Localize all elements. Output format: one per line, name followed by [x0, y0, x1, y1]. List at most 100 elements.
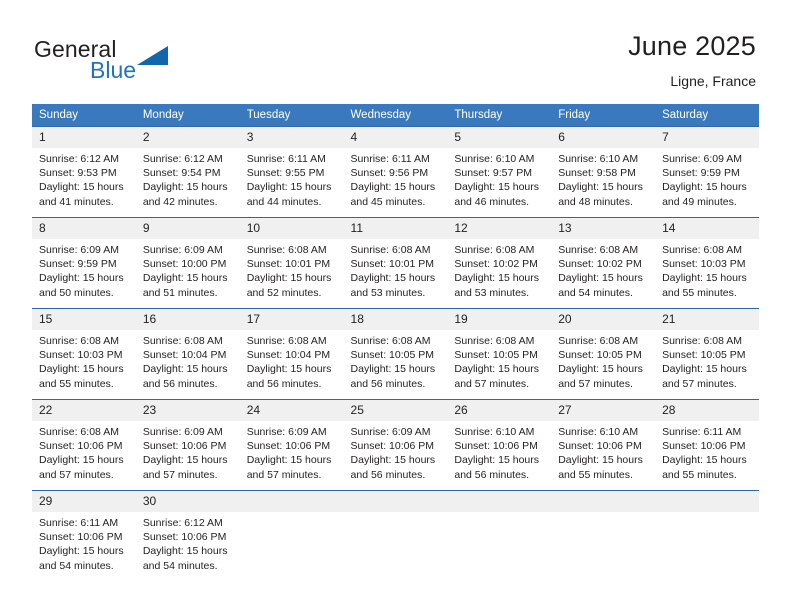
calendar-day-cell[interactable]: 27 Sunrise: 6:10 AM Sunset: 10:06 PM Daylig…	[551, 399, 656, 491]
sunrise-text: Sunrise: 6:08 AM	[558, 335, 639, 347]
day-number: 4	[343, 127, 448, 148]
daylight-text-line2: and 55 minutes.	[662, 286, 737, 299]
calendar-day-cell[interactable]: 2 Sunrise: 6:12 AM Sunset: 9:54 PM Daylight…	[135, 126, 240, 218]
calendar-day-cell[interactable]: 18 Sunrise: 6:08 AM Sunset: 10:05 PM Daylig…	[343, 308, 448, 400]
sunrise-text: Sunrise: 6:10 AM	[454, 426, 535, 438]
sunset-text: Sunset: 10:03 PM	[662, 258, 746, 271]
day-details: Sunrise: 6:09 AM Sunset: 9:59 PM Daylight:…	[655, 148, 759, 209]
daylight-text-line1: Daylight: 15 hours	[39, 454, 124, 467]
calendar-day-cell[interactable]: 1 Sunrise: 6:12 AM Sunset: 9:53 PM Daylight…	[32, 126, 136, 218]
calendar-day-cell[interactable]: 25 Sunrise: 6:09 AM Sunset: 10:06 PM Daylig…	[343, 399, 448, 491]
day-details: Sunrise: 6:08 AM Sunset: 10:05 PM Daylight…	[447, 330, 551, 391]
sunrise-text: Sunrise: 6:11 AM	[246, 153, 326, 165]
daylight-text-line2: and 56 minutes.	[142, 377, 218, 390]
daylight-text-line1: Daylight: 15 hours	[39, 272, 124, 285]
sunset-text: Sunset: 9:53 PM	[39, 167, 117, 180]
day-number: 30	[135, 491, 240, 512]
sunrise-text: Sunrise: 6:08 AM	[39, 335, 119, 347]
day-number: 8	[32, 218, 136, 239]
day-details: Sunrise: 6:11 AM Sunset: 10:06 PM Daylight…	[655, 421, 759, 482]
sunset-text: Sunset: 9:59 PM	[39, 258, 117, 271]
calendar-day-cell[interactable]: 16 Sunrise: 6:08 AM Sunset: 10:04 PM Daylig…	[135, 308, 240, 400]
calendar-day-cell[interactable]: 10 Sunrise: 6:08 AM Sunset: 10:01 PM Daylig…	[239, 217, 344, 309]
calendar-day-cell[interactable]: 8 Sunrise: 6:09 AM Sunset: 9:59 PM Daylight…	[32, 217, 136, 309]
sunrise-text: Sunrise: 6:09 AM	[142, 244, 223, 256]
daylight-text-line2: and 57 minutes.	[246, 468, 322, 481]
day-details: Sunrise: 6:08 AM Sunset: 10:06 PM Daylight…	[32, 421, 136, 482]
daylight-text-line2: and 51 minutes.	[142, 286, 218, 299]
calendar-day-cell[interactable]: 14 Sunrise: 6:08 AM Sunset: 10:03 PM Daylig…	[655, 217, 759, 309]
day-number: 10	[239, 218, 344, 239]
sunrise-text: Sunrise: 6:12 AM	[142, 153, 223, 165]
page-header: General Blue June 2025 Ligne, France	[0, 0, 792, 96]
daylight-text-line1: Daylight: 15 hours	[246, 363, 332, 376]
sunrise-text: Sunrise: 6:08 AM	[454, 244, 535, 256]
daylight-text-line2: and 45 minutes.	[350, 195, 426, 208]
day-number: 29	[32, 491, 136, 512]
daylight-text-line1: Daylight: 15 hours	[558, 363, 643, 376]
day-details: Sunrise: 6:09 AM Sunset: 9:59 PM Daylight:…	[32, 239, 136, 300]
calendar-day-cell[interactable]: 22 Sunrise: 6:08 AM Sunset: 10:06 PM Daylig…	[32, 399, 136, 491]
daylight-text-line1: Daylight: 15 hours	[246, 181, 332, 194]
day-details: Sunrise: 6:10 AM Sunset: 9:58 PM Daylight:…	[551, 148, 655, 209]
sunset-text: Sunset: 10:01 PM	[350, 258, 434, 271]
calendar-day-cell[interactable]: 29 Sunrise: 6:11 AM Sunset: 10:06 PM Daylig…	[32, 490, 136, 581]
calendar-day-cell[interactable]: 28 Sunrise: 6:11 AM Sunset: 10:06 PM Daylig…	[655, 399, 759, 491]
calendar-day-cell[interactable]: 3 Sunrise: 6:11 AM Sunset: 9:55 PM Daylight…	[239, 126, 344, 218]
sunset-text: Sunset: 10:05 PM	[558, 349, 642, 362]
day-details: Sunrise: 6:09 AM Sunset: 10:06 PM Daylight…	[136, 421, 240, 482]
day-number	[655, 491, 759, 512]
calendar-day-cell[interactable]: 24 Sunrise: 6:09 AM Sunset: 10:06 PM Daylig…	[239, 399, 344, 491]
calendar-day-cell[interactable]: 19 Sunrise: 6:08 AM Sunset: 10:05 PM Daylig…	[447, 308, 552, 400]
calendar-day-cell[interactable]: 4 Sunrise: 6:11 AM Sunset: 9:56 PM Daylight…	[343, 126, 448, 218]
daylight-text-line1: Daylight: 15 hours	[39, 181, 124, 194]
calendar-week-row: 22 Sunrise: 6:08 AM Sunset: 10:06 PM Daylig…	[32, 399, 759, 491]
brand-logo[interactable]: General Blue	[34, 36, 234, 92]
calendar-day-cell[interactable]: 12 Sunrise: 6:08 AM Sunset: 10:02 PM Daylig…	[447, 217, 552, 309]
sunrise-text: Sunrise: 6:10 AM	[558, 426, 639, 438]
sunrise-text: Sunrise: 6:11 AM	[39, 517, 119, 529]
calendar-day-cell[interactable]: 20 Sunrise: 6:08 AM Sunset: 10:05 PM Daylig…	[551, 308, 656, 400]
daylight-text-line2: and 54 minutes.	[558, 286, 633, 299]
daylight-text-line2: and 49 minutes.	[662, 195, 737, 208]
daylight-text-line1: Daylight: 15 hours	[142, 181, 228, 194]
calendar-day-cell[interactable]: 13 Sunrise: 6:08 AM Sunset: 10:02 PM Daylig…	[551, 217, 656, 309]
sunset-text: Sunset: 9:58 PM	[558, 167, 636, 180]
day-number: 27	[551, 400, 656, 421]
sunset-text: Sunset: 10:06 PM	[246, 440, 331, 453]
sunrise-text: Sunrise: 6:09 AM	[142, 426, 223, 438]
calendar-day-cell[interactable]: 23 Sunrise: 6:09 AM Sunset: 10:06 PM Daylig…	[135, 399, 240, 491]
calendar-day-cell[interactable]: 26 Sunrise: 6:10 AM Sunset: 10:06 PM Daylig…	[447, 399, 552, 491]
day-details: Sunrise: 6:08 AM Sunset: 10:01 PM Daylight…	[240, 239, 344, 300]
triangle-logo-icon	[137, 46, 168, 65]
calendar-day-cell[interactable]: 30 Sunrise: 6:12 AM Sunset: 10:06 PM Daylig…	[135, 490, 240, 581]
calendar-day-cell[interactable]: 11 Sunrise: 6:08 AM Sunset: 10:01 PM Daylig…	[343, 217, 448, 309]
calendar-day-cell[interactable]: 7 Sunrise: 6:09 AM Sunset: 9:59 PM Daylight…	[655, 126, 759, 218]
day-details: Sunrise: 6:08 AM Sunset: 10:03 PM Daylight…	[655, 239, 759, 300]
calendar-day-cell[interactable]: 21 Sunrise: 6:08 AM Sunset: 10:05 PM Daylig…	[655, 308, 759, 400]
calendar-day-cell[interactable]: 17 Sunrise: 6:08 AM Sunset: 10:04 PM Daylig…	[239, 308, 344, 400]
daylight-text-line2: and 46 minutes.	[454, 195, 530, 208]
calendar-day-cell[interactable]: 15 Sunrise: 6:08 AM Sunset: 10:03 PM Daylig…	[32, 308, 136, 400]
daylight-text-line2: and 53 minutes.	[454, 286, 530, 299]
calendar-day-cell[interactable]: 9 Sunrise: 6:09 AM Sunset: 10:00 PM Dayligh…	[135, 217, 240, 309]
daylight-text-line1: Daylight: 15 hours	[39, 363, 124, 376]
day-number: 7	[655, 127, 759, 148]
calendar-day-cell[interactable]: 5 Sunrise: 6:10 AM Sunset: 9:57 PM Daylight…	[447, 126, 552, 218]
daylight-text-line2: and 55 minutes.	[558, 468, 633, 481]
day-number: 3	[239, 127, 344, 148]
daylight-text-line1: Daylight: 15 hours	[142, 545, 228, 558]
day-details: Sunrise: 6:09 AM Sunset: 10:00 PM Daylight…	[136, 239, 240, 300]
sunrise-text: Sunrise: 6:08 AM	[246, 244, 327, 256]
sunset-text: Sunset: 10:06 PM	[350, 440, 434, 453]
weekday-header-friday: Friday	[551, 104, 656, 127]
sunrise-text: Sunrise: 6:12 AM	[142, 517, 223, 529]
weekday-header-monday: Monday	[135, 104, 240, 127]
day-number: 26	[447, 400, 552, 421]
calendar-day-cell[interactable]: 6 Sunrise: 6:10 AM Sunset: 9:58 PM Daylight…	[551, 126, 656, 218]
sunset-text: Sunset: 10:06 PM	[454, 440, 538, 453]
daylight-text-line1: Daylight: 15 hours	[454, 181, 540, 194]
day-number: 2	[135, 127, 240, 148]
day-details: Sunrise: 6:08 AM Sunset: 10:05 PM Daylight…	[344, 330, 448, 391]
day-number: 20	[551, 309, 656, 330]
